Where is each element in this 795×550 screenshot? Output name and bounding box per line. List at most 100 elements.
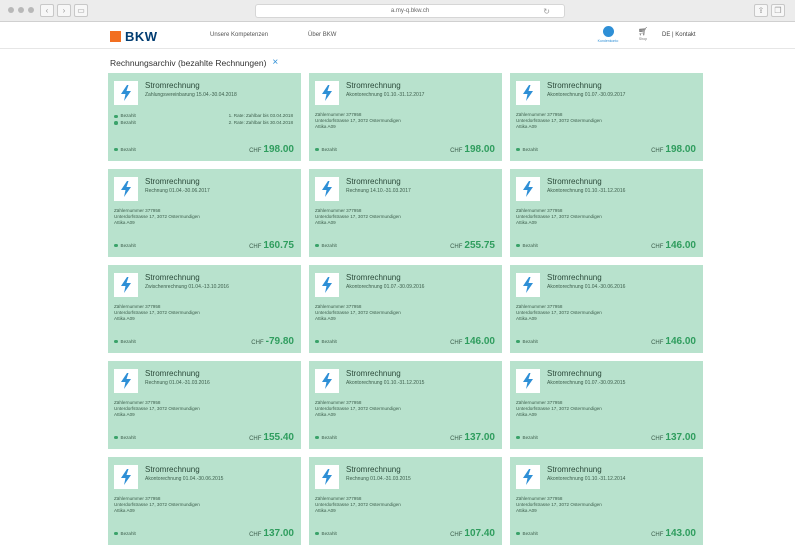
invoice-card[interactable]: Stromrechnung Zahlungsvereinbarung 15.04.… (108, 73, 301, 161)
amount-value: 255.75 (464, 240, 495, 251)
currency-label: CHF (651, 244, 664, 250)
lightning-icon (516, 273, 540, 297)
meter-address-block: Zählernummer 377958 Unterdorfstrasse 17, … (315, 208, 401, 227)
sidebar-icon[interactable]: ▭ (74, 4, 88, 17)
zoom-window-icon[interactable] (28, 7, 34, 13)
invoice-card[interactable]: Stromrechnung Akontorechnung 01.04.-30.06… (510, 265, 703, 353)
invoice-card[interactable]: Stromrechnung Rechnung 01.04.-31.03.2016 Z… (108, 361, 301, 449)
meter-address-block: Zählernummer 377958 Unterdorfstrasse 17, … (114, 304, 200, 323)
invoice-amount: CHF 107.40 (450, 528, 495, 539)
invoice-title: Stromrechnung (145, 177, 200, 186)
invoice-period: Rechnung 01.04.-30.06.2017 (145, 188, 210, 194)
invoice-card[interactable]: Stromrechnung Akontorechnung 01.10.-31.12… (309, 361, 502, 449)
invoice-card[interactable]: Stromrechnung Zwischenrechnung 01.04.-13.… (108, 265, 301, 353)
invoice-card[interactable]: Stromrechnung Rechnung 01.04.-30.06.2017 Z… (108, 169, 301, 257)
status-label: Bezahlt (522, 435, 538, 440)
lightning-icon (516, 369, 540, 393)
account-label: Kundenkonto (597, 39, 619, 43)
forward-icon[interactable]: › (57, 4, 71, 17)
lightning-icon (516, 177, 540, 201)
invoice-card[interactable]: Stromrechnung Rechnung 14.10.-31.03.2017 Z… (309, 169, 502, 257)
minimize-window-icon[interactable] (18, 7, 24, 13)
status-label: Bezahlt (120, 339, 136, 344)
invoice-title: Stromrechnung (145, 81, 200, 90)
currency-label: CHF (651, 436, 664, 442)
meter-address-block: Zählernummer 377958 Unterdorfstrasse 17, … (516, 112, 602, 131)
language-contact-link[interactable]: DE | Kontakt (662, 32, 696, 38)
invoice-amount: CHF 143.00 (651, 528, 696, 539)
close-archive-icon[interactable]: × (272, 58, 278, 68)
invoice-card[interactable]: Stromrechnung Akontorechnung 01.07.-30.09… (510, 361, 703, 449)
invoice-card[interactable]: Stromrechnung Akontorechnung 01.07.-30.09… (309, 265, 502, 353)
window-controls[interactable] (8, 7, 34, 13)
invoice-amount: CHF 146.00 (450, 336, 495, 347)
amount-value: 143.00 (665, 528, 696, 539)
share-icon[interactable]: ⇪ (754, 4, 768, 17)
invoice-title: Stromrechnung (145, 273, 200, 282)
meter-address-block: Zählernummer 377958 Unterdorfstrasse 17, … (516, 400, 602, 419)
status-label: Bezahlt (321, 435, 337, 440)
invoice-unit: Attika A09 (315, 124, 336, 130)
meter-address-block: Zählernummer 377958 Unterdorfstrasse 17, … (114, 400, 200, 419)
paid-dot-icon (114, 243, 118, 248)
invoice-amount: CHF 155.40 (249, 432, 294, 443)
status-badge: Bezahlt (114, 531, 136, 536)
installment-status-label: Bezahlt (120, 113, 136, 118)
amount-value: -79.80 (265, 336, 294, 347)
amount-value: 155.40 (263, 432, 294, 443)
status-label: Bezahlt (522, 531, 538, 536)
status-label: Bezahlt (522, 339, 538, 344)
meter-address-block: Zählernummer 377958 Unterdorfstrasse 17, … (315, 400, 401, 419)
account-button[interactable]: Kundenkonto (593, 26, 623, 43)
meter-address-block: Zählernummer 377958 Unterdorfstrasse 17, … (315, 112, 401, 131)
meter-address-block: Zählernummer 377958 Unterdorfstrasse 17, … (516, 208, 602, 227)
tabs-icon[interactable]: ❐ (771, 4, 785, 17)
invoice-period: Akontorechnung 01.04.-30.06.2016 (547, 284, 626, 290)
amount-value: 137.00 (665, 432, 696, 443)
invoice-card[interactable]: Stromrechnung Akontorechnung 01.04.-30.06… (108, 457, 301, 545)
currency-label: CHF (249, 148, 262, 154)
paid-dot-icon (516, 339, 520, 344)
back-icon[interactable]: ‹ (40, 4, 54, 17)
installment-status: Bezahlt (114, 120, 136, 127)
shop-button[interactable]: 🛒︎ Shop (636, 27, 650, 41)
bkw-logo[interactable]: BKW (110, 29, 158, 44)
invoice-unit: Attika A09 (315, 412, 336, 418)
amount-value: 160.75 (263, 240, 294, 251)
meter-address-block: Zählernummer 377958 Unterdorfstrasse 17, … (516, 496, 602, 515)
invoice-card[interactable]: Stromrechnung Akontorechnung 01.10.-31.12… (510, 169, 703, 257)
status-badge: Bezahlt (315, 435, 337, 440)
address-bar[interactable]: a.my-q.bkw.ch ↻ (255, 4, 565, 18)
paid-dot-icon (516, 435, 520, 440)
status-label: Bezahlt (321, 243, 337, 248)
reload-icon[interactable]: ↻ (543, 5, 550, 18)
lightning-icon (114, 273, 138, 297)
lightning-icon (315, 273, 339, 297)
currency-label: CHF (651, 532, 664, 538)
invoice-card[interactable]: Stromrechnung Rechnung 01.04.-31.03.2015 Z… (309, 457, 502, 545)
invoice-amount: CHF 255.75 (450, 240, 495, 251)
invoice-period: Zahlungsvereinbarung 15.04.-30.04.2018 (145, 92, 237, 98)
status-badge: Bezahlt (114, 147, 136, 152)
amount-value: 137.00 (464, 432, 495, 443)
invoice-period: Akontorechnung 01.10.-31.12.2016 (547, 188, 626, 194)
currency-label: CHF (450, 532, 463, 538)
paid-dot-icon (315, 243, 319, 248)
status-badge: Bezahlt (315, 147, 337, 152)
paid-dot-icon (114, 147, 118, 152)
invoice-amount: CHF 146.00 (651, 336, 696, 347)
invoice-card[interactable]: Stromrechnung Akontorechnung 01.10.-31.12… (510, 457, 703, 545)
invoice-card[interactable]: Stromrechnung Akontorechnung 01.07.-30.09… (510, 73, 703, 161)
invoice-period: Akontorechnung 01.07.-30.09.2015 (547, 380, 626, 386)
nav-item-kompetenzen[interactable]: Unsere Kompetenzen (210, 32, 268, 38)
close-window-icon[interactable] (8, 7, 14, 13)
invoice-amount: CHF 198.00 (651, 144, 696, 155)
invoice-title: Stromrechnung (145, 369, 200, 378)
nav-item-ueber-bkw[interactable]: Über BKW (308, 32, 336, 38)
paid-dot-icon (315, 339, 319, 344)
lightning-icon (114, 81, 138, 105)
currency-label: CHF (651, 340, 664, 346)
status-badge: Bezahlt (516, 243, 538, 248)
invoice-card[interactable]: Stromrechnung Akontorechnung 01.10.-31.12… (309, 73, 502, 161)
status-badge: Bezahlt (516, 531, 538, 536)
